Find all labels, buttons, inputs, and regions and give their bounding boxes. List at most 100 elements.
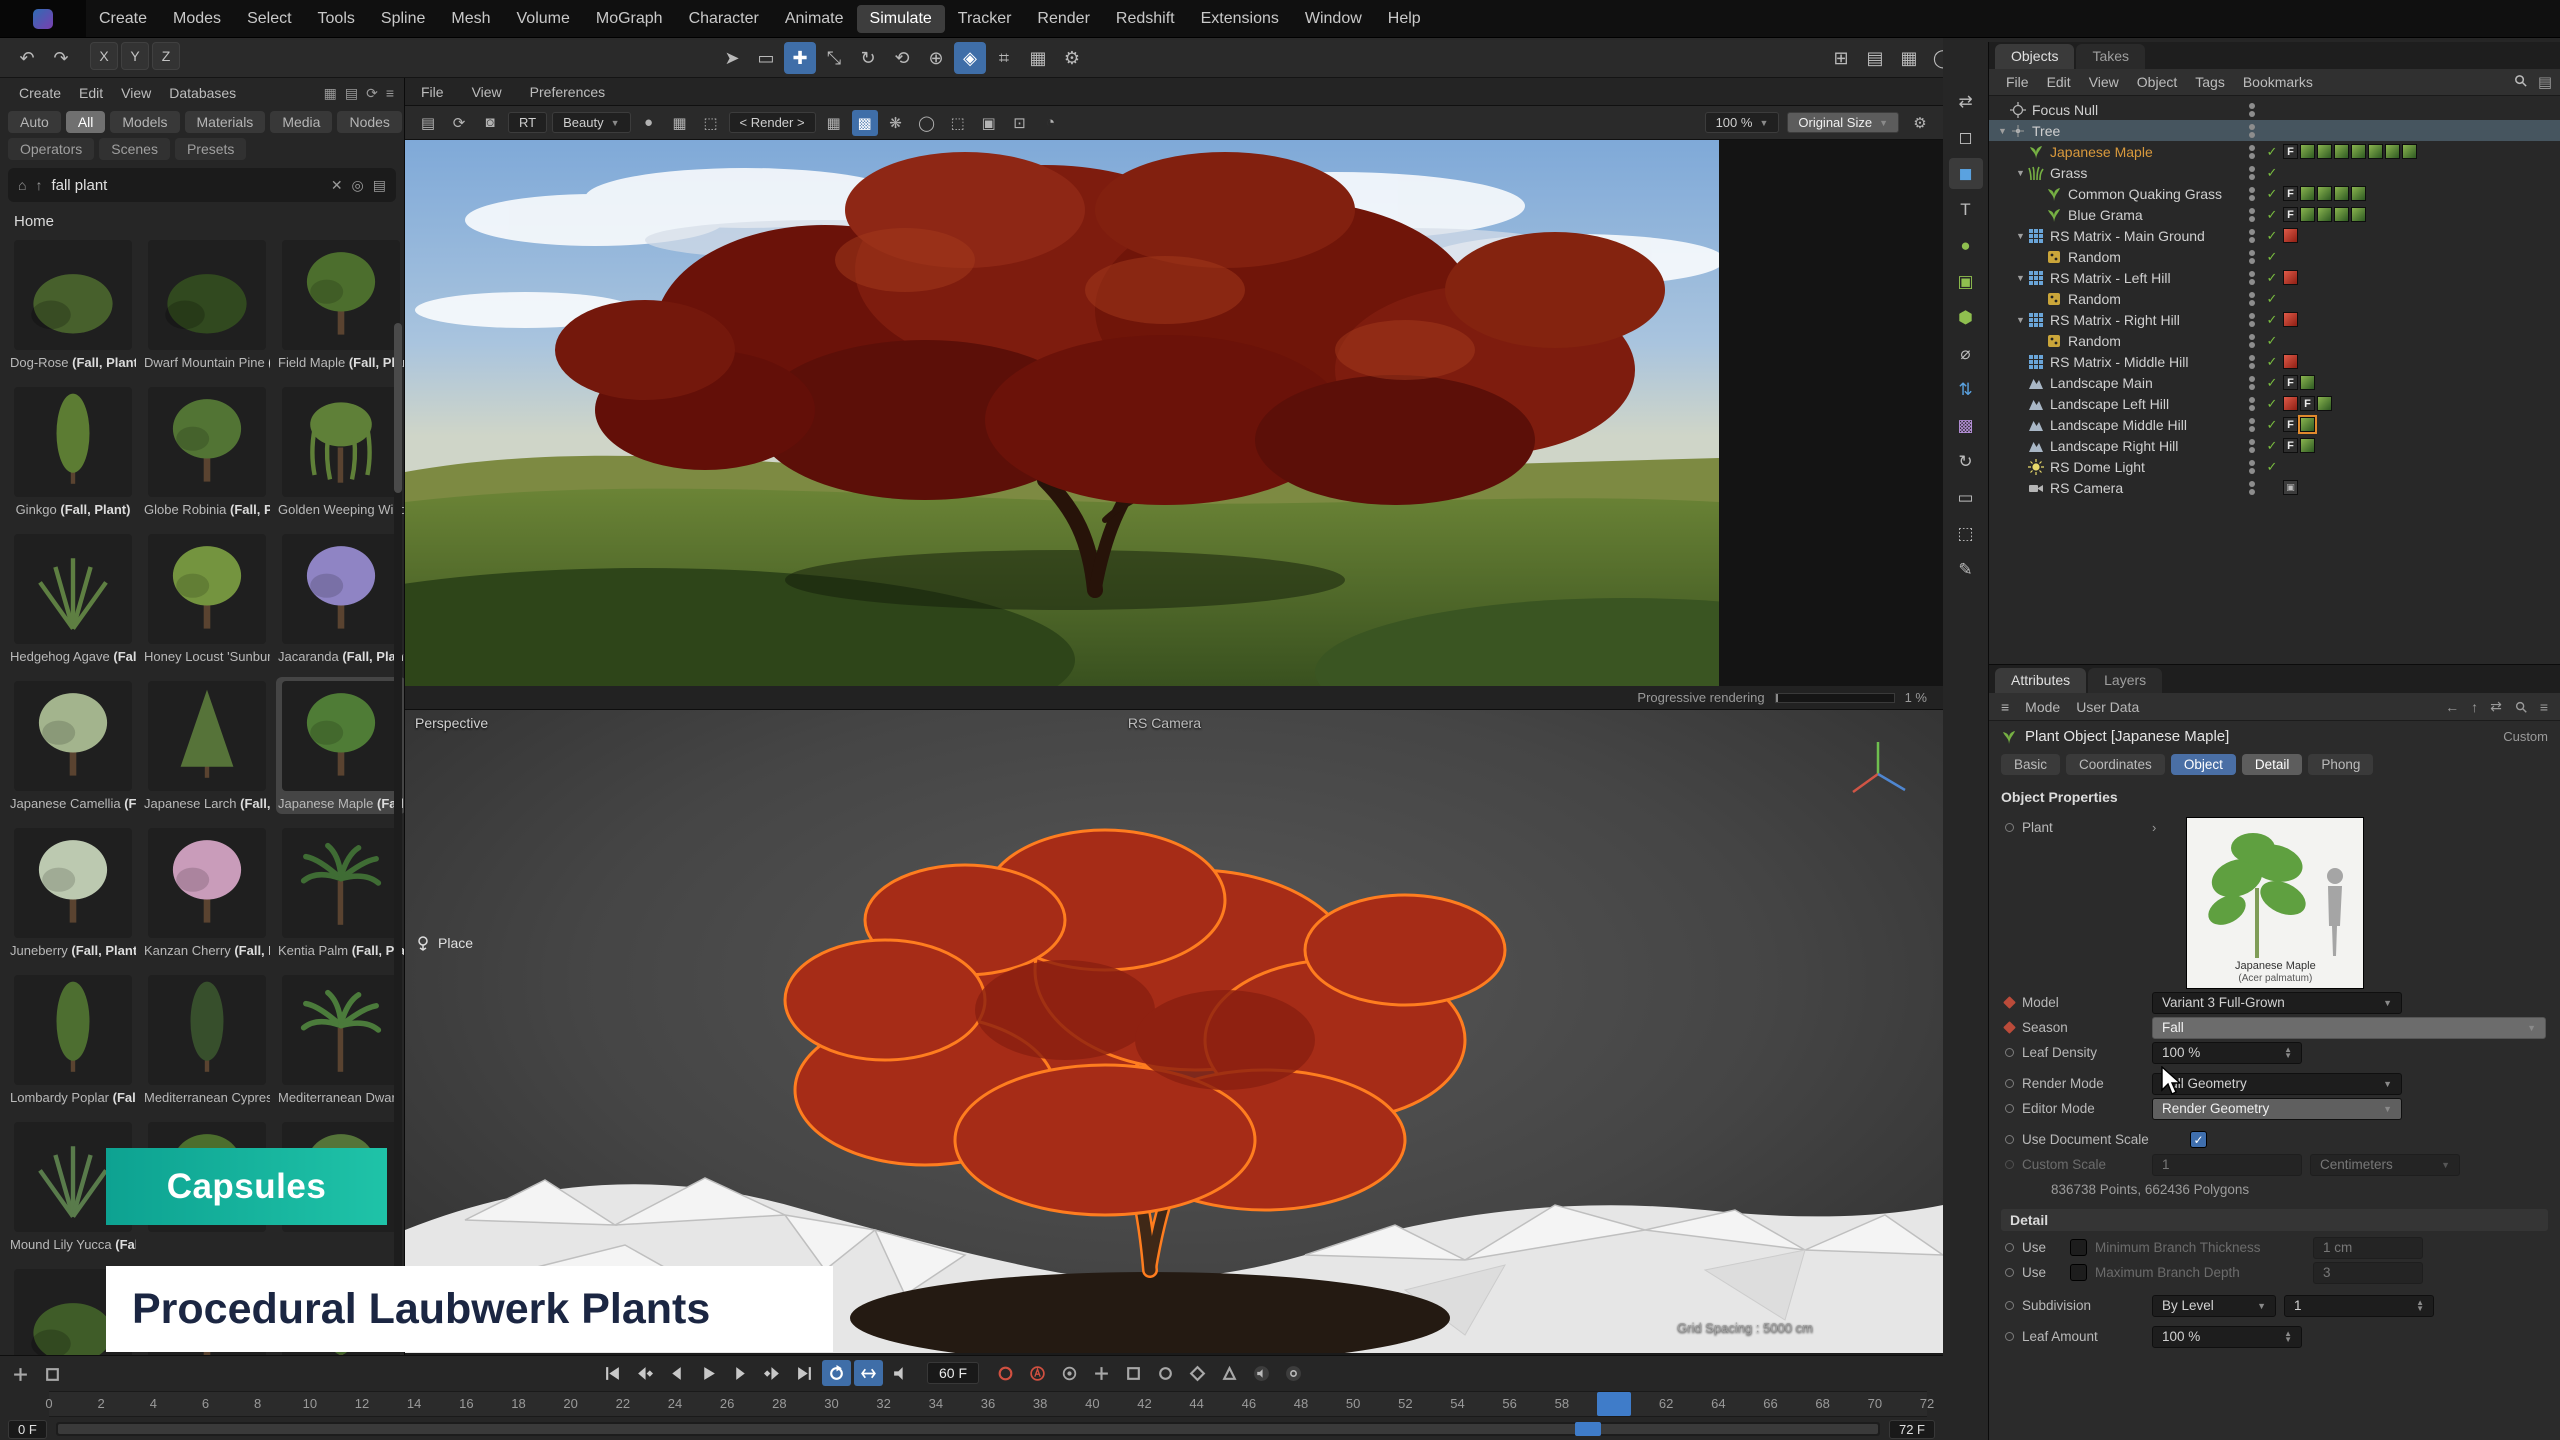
visibility-dots[interactable] [2243,460,2261,474]
annotate-pen-icon[interactable]: ✎ [1949,554,1983,585]
fields-tag-icon[interactable]: F [2283,144,2298,159]
enabled-check-icon[interactable]: ✓ [2261,165,2283,181]
visibility-dots[interactable] [2243,397,2261,411]
filter-tab-media[interactable]: Media [270,111,332,133]
visibility-dots[interactable] [2243,292,2261,306]
asset-field-maple[interactable]: Field Maple (Fall, Plant) [276,236,405,373]
next-key-button[interactable] [758,1360,787,1386]
menu-mograph[interactable]: MoGraph [583,5,676,33]
axis-lock-y[interactable]: Y [121,42,149,70]
grid-view-icon[interactable]: ▦ [324,85,337,102]
move-tool-icon[interactable]: ✚ [784,42,816,74]
last-tool-icon[interactable]: ⟲ [886,42,918,74]
menu-volume[interactable]: Volume [504,5,583,33]
filter-tab-models[interactable]: Models [110,111,179,133]
visibility-dots[interactable] [2243,145,2261,159]
list-view-icon[interactable]: ▤ [345,85,358,102]
om-menu-edit[interactable]: Edit [2038,72,2080,92]
filter-icon[interactable]: ▤ [2538,73,2552,91]
attr-tab-detail[interactable]: Detail [2242,754,2303,775]
perspective-viewport[interactable]: Perspective RS Camera Place Grid Spacing… [405,710,1943,1353]
menu-simulate[interactable]: Simulate [857,5,945,33]
asset-mediterranean-cypres[interactable]: Mediterranean Cypres... [142,971,272,1108]
record-parameter-button[interactable] [1183,1360,1212,1386]
visibility-dots[interactable] [2243,166,2261,180]
timeline-playhead[interactable] [1597,1392,1631,1416]
menu-tracker[interactable]: Tracker [945,5,1025,33]
up-arrow-icon[interactable]: ↑ [35,177,42,193]
asset-dog-rose[interactable]: Dog-Rose (Fall, Plant) [8,236,138,373]
panel-burger-icon[interactable]: ≡ [2001,699,2009,715]
snapshot-icon[interactable]: ◙ [477,110,503,136]
scale-tool-icon[interactable]: ⤡ [818,42,850,74]
goto-end-button[interactable] [790,1360,819,1386]
undo-button-icon[interactable]: ↶ [11,42,43,74]
refresh-icon[interactable]: ⟳ [446,110,472,136]
menu-select[interactable]: Select [234,5,304,33]
object-rs-matrix-main-ground[interactable]: ▼RS Matrix - Main Ground✓ [1989,225,2560,246]
viewport-refresh-icon[interactable]: ↻ [1949,446,1983,477]
visibility-dots[interactable] [2243,439,2261,453]
timeline-options-button[interactable] [1279,1360,1308,1386]
visibility-dots[interactable] [2243,313,2261,327]
asset-mediterranean-dwarf[interactable]: Mediterranean Dwarf ... [276,971,405,1108]
range-playhead-marker[interactable] [1575,1422,1601,1436]
menu-tools[interactable]: Tools [305,5,368,33]
anim-marker[interactable] [2005,1104,2014,1113]
clock-icon[interactable]: ◔ [1038,110,1064,136]
asset-japanese-larch[interactable]: Japanese Larch (Fall, P... [142,677,272,814]
menu-character[interactable]: Character [676,5,772,33]
sound-button[interactable] [886,1360,915,1386]
asset-menu-create[interactable]: Create [10,83,70,103]
visibility-dots[interactable] [2243,376,2261,390]
asset-dwarf-mountain-pine[interactable]: Dwarf Mountain Pine (... [142,236,272,373]
material-tag-icon[interactable] [2300,144,2315,159]
select-tool-icon[interactable]: ➤ [716,42,748,74]
enabled-check-icon[interactable]: ✓ [2261,438,2283,454]
visibility-dots[interactable] [2243,355,2261,369]
anim-marker[interactable] [2003,996,2016,1009]
asset-juneberry[interactable]: Juneberry (Fall, Plant) [8,824,138,961]
object-common-quaking-grass[interactable]: Common Quaking Grass✓F [1989,183,2560,204]
render-view-gear-icon[interactable]: ⚙ [1907,110,1933,136]
asset-lombardy-poplar[interactable]: Lombardy Poplar (Fall... [8,971,138,1108]
material-tag-icon[interactable] [2317,144,2332,159]
expand-arrow-icon[interactable]: ▼ [2013,231,2028,241]
loop-button[interactable] [822,1360,851,1386]
asset-japanese-camellia[interactable]: Japanese Camellia (Fal... [8,677,138,814]
record-scale-button[interactable] [1119,1360,1148,1386]
fields-tag-icon[interactable]: F [2283,438,2298,453]
axis-lock-z[interactable]: Z [152,42,180,70]
object-grass[interactable]: ▼Grass✓ [1989,162,2560,183]
filter-tab-materials[interactable]: Materials [185,111,266,133]
plant-preview[interactable]: Japanese Maple (Acer palmatum) [2186,817,2364,989]
breadcrumb[interactable]: Home [0,204,404,236]
mode-menu[interactable]: Mode [2025,699,2060,715]
visibility-dots[interactable] [2243,208,2261,222]
pingpong-button[interactable] [854,1360,883,1386]
search-icon[interactable] [2513,73,2528,88]
enabled-check-icon[interactable]: ✓ [2261,144,2283,160]
visibility-dots[interactable] [2243,481,2261,495]
leaf-density-field[interactable]: 100 %▲▼ [2152,1042,2302,1064]
material-tag-icon[interactable] [2317,186,2332,201]
enabled-check-icon[interactable]: ✓ [2261,249,2283,265]
modeling-settings-icon-icon[interactable]: ⚙ [1056,42,1088,74]
object-random[interactable]: Random✓ [1989,330,2560,351]
enabled-check-icon[interactable]: ✓ [2261,312,2283,328]
subdivision-level-field[interactable]: 1▲▼ [2284,1295,2434,1317]
object-random[interactable]: Random✓ [1989,246,2560,267]
render-view-menu-file[interactable]: File [421,84,444,100]
layout-single-icon[interactable]: ⊞ [1825,42,1857,74]
season-select[interactable]: Fall▼ [2152,1017,2546,1039]
visibility-dots[interactable] [2243,187,2261,201]
anim-marker[interactable] [2005,823,2014,832]
menu-redshift[interactable]: Redshift [1103,5,1188,33]
goto-start-button[interactable] [598,1360,627,1386]
circle-icon[interactable]: ◯ [914,110,940,136]
panel-menu-icon[interactable]: ≡ [386,85,394,102]
fields-tag-icon[interactable]: F [2283,375,2298,390]
om-menu-object[interactable]: Object [2128,72,2186,92]
expand-arrow-icon[interactable]: ▼ [2013,273,2028,283]
material-tag-icon[interactable] [2368,144,2383,159]
